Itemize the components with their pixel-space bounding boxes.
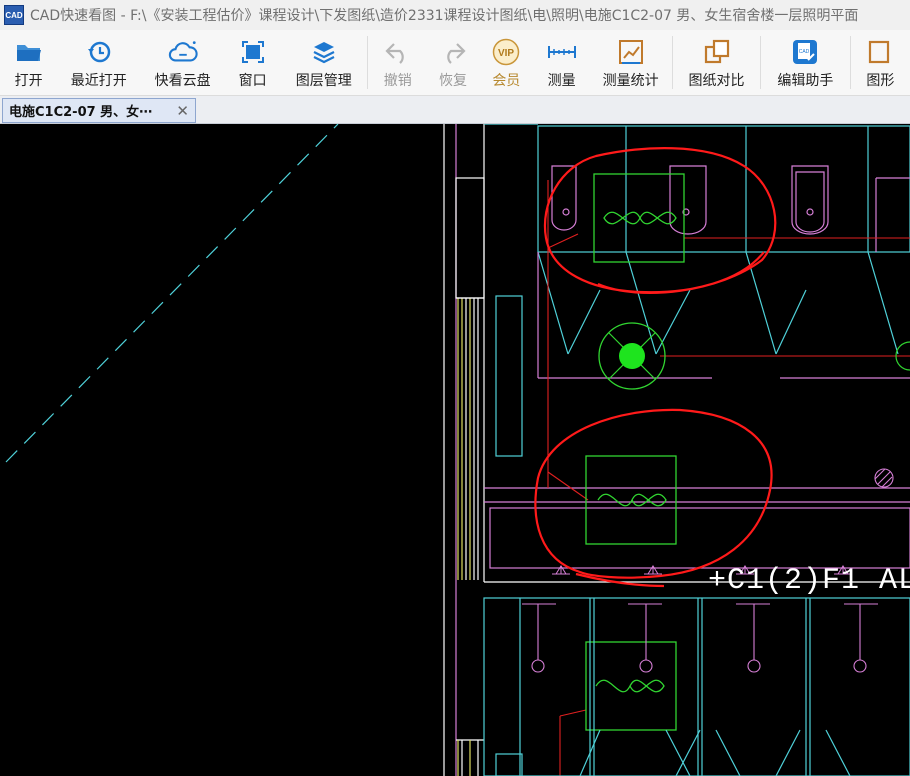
redo-icon: [438, 38, 468, 66]
vip-label: 会员: [492, 73, 521, 89]
layer-manager-label: 图层管理: [295, 73, 352, 89]
floor-plan-drawing: [5, 124, 910, 776]
app-logo-icon: CAD: [4, 5, 24, 25]
svg-text:CAD: CAD: [799, 49, 810, 55]
dashed-axis-line: [5, 124, 339, 463]
circuit-label: +C1(2)F1 AL4: [708, 564, 910, 598]
measure-stats-icon: [616, 38, 646, 66]
cad-viewer-window: CAD CAD快速看图 - F:\《安装工程估价》课程设计\下发图纸\造价233…: [0, 0, 910, 776]
annotation-circle-2: [534, 408, 773, 588]
layers-icon: [309, 38, 339, 66]
wiring-lines: [547, 180, 910, 776]
recent-clock-icon: [84, 38, 114, 66]
open-label: 打开: [14, 73, 43, 89]
redo-label: 恢复: [439, 73, 468, 89]
exhaust-fan-2: [585, 455, 677, 545]
window-label: 窗口: [238, 73, 267, 89]
measure-stats-label: 测量统计: [602, 73, 659, 89]
cad-drawing-canvas[interactable]: +C1(2)F1 AL4: [0, 124, 910, 776]
drawing-compare-label: 图纸对比: [688, 73, 745, 89]
drawing-compare-button[interactable]: 图纸对比: [673, 30, 760, 95]
cloud-disk-button[interactable]: 快看云盘: [140, 30, 225, 95]
recent-open-label: 最近打开: [70, 73, 127, 89]
title-bar: CAD CAD快速看图 - F:\《安装工程估价》课程设计\下发图纸\造价233…: [0, 0, 910, 30]
vip-icon: VIP: [491, 38, 521, 66]
edit-assistant-button[interactable]: CAD 编辑助手: [761, 30, 850, 95]
close-icon[interactable]: ✕: [176, 102, 189, 120]
measure-label: 测量: [547, 73, 576, 89]
window-button[interactable]: 窗口: [225, 30, 280, 95]
main-toolbar: 打开 最近打开 快看云盘 窗口 图层管理 撤销 恢复 VIP 会员 测量 测量统…: [0, 30, 910, 96]
shape-icon: [865, 38, 895, 66]
left-wall-band: [443, 124, 485, 776]
measure-button[interactable]: 测量: [534, 30, 589, 95]
edit-assistant-icon: CAD: [790, 38, 820, 66]
layer-manager-button[interactable]: 图层管理: [280, 30, 367, 95]
window-title: CAD快速看图 - F:\《安装工程估价》课程设计\下发图纸\造价2331课程设…: [30, 8, 859, 24]
tab-label: 电施C1C2-07 男、女⋯: [9, 105, 153, 120]
undo-button[interactable]: 撤销: [368, 30, 427, 95]
lower-room-walls: [483, 597, 910, 776]
folder-open-icon: [14, 38, 44, 66]
recent-open-button[interactable]: 最近打开: [57, 30, 140, 95]
cloud-disk-label: 快看云盘: [154, 73, 211, 89]
shower-heads: [522, 603, 878, 673]
tab-drawing-document[interactable]: 电施C1C2-07 男、女⋯ ✕: [2, 98, 196, 123]
compare-icon: [702, 38, 732, 66]
cloud-icon: [168, 38, 198, 66]
shape-button[interactable]: 图形: [851, 30, 910, 95]
shape-label: 图形: [866, 73, 895, 89]
undo-icon: [383, 38, 413, 66]
open-button[interactable]: 打开: [0, 30, 57, 95]
exhaust-fan-3: [585, 641, 677, 731]
ruler-icon: [547, 38, 577, 66]
undo-label: 撤销: [383, 73, 412, 89]
window-icon: [238, 38, 268, 66]
document-tab-strip: 电施C1C2-07 男、女⋯ ✕: [0, 96, 910, 124]
svg-text:VIP: VIP: [498, 48, 514, 59]
redo-button[interactable]: 恢复: [427, 30, 478, 95]
vip-member-button[interactable]: VIP 会员: [479, 30, 534, 95]
measure-stats-button[interactable]: 测量统计: [589, 30, 672, 95]
floor-drain-symbol: [874, 468, 894, 488]
edit-assistant-label: 编辑助手: [777, 73, 834, 89]
